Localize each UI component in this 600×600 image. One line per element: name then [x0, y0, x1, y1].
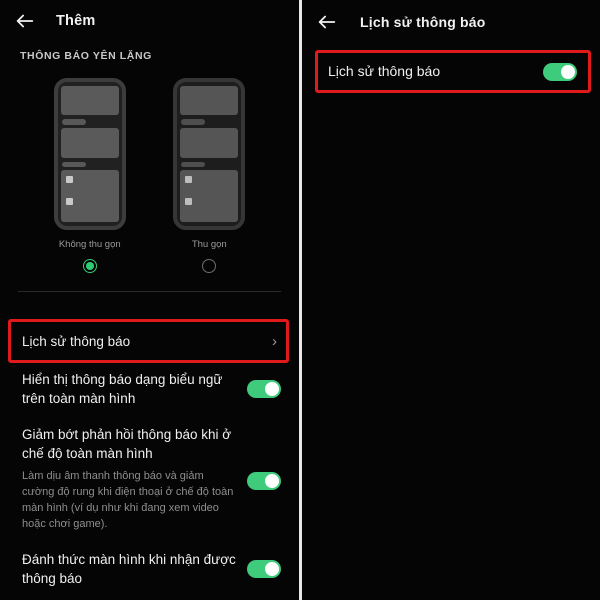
mock-pill	[181, 119, 206, 125]
notification-style-chooser: Không thu gọn Thu gọn	[0, 62, 299, 273]
mock-card	[60, 86, 119, 116]
radio-collapsed[interactable]	[202, 259, 217, 273]
radio-not-collapsed[interactable]	[82, 259, 97, 273]
mock-card	[180, 86, 239, 116]
chevron-right-icon: ›	[272, 332, 277, 350]
row-title: Lịch sử thông báo	[22, 333, 131, 349]
arrow-left-icon[interactable]	[14, 10, 36, 32]
section-header: THÔNG BÁO YÊN LẶNG	[20, 50, 152, 62]
mock-square-icon	[185, 176, 193, 184]
row-wake-screen-on-notification[interactable]: Đánh thức màn hình khi nhận được thông b…	[0, 550, 299, 588]
toggle-notification-history[interactable]	[543, 62, 577, 81]
row-title: Đánh thức màn hình khi nhận được thông b…	[22, 552, 236, 586]
mock-card	[60, 127, 119, 158]
row-title: Hiển thị thông báo dạng biểu ngữ trên to…	[22, 372, 223, 406]
mock-card	[180, 127, 239, 158]
mock-pill	[61, 119, 86, 125]
row-description: Làm dịu âm thanh thông báo và giảm cường…	[22, 470, 234, 530]
mockup-label: Thu gọn	[191, 239, 227, 250]
row-text: Giảm bớt phản hồi thông báo khi ở chế độ…	[22, 425, 247, 532]
left-phone-screen: Thêm THÔNG BÁO YÊN LẶNG Không thu gọn Th…	[0, 0, 299, 600]
mock-square-icon	[65, 198, 73, 206]
phone-illustration	[173, 78, 246, 230]
mock-pill	[181, 161, 206, 168]
page-title: Thêm	[56, 13, 96, 29]
row-notification-history-toggle[interactable]: Lịch sử thông báo	[315, 50, 591, 93]
left-appbar: Thêm	[0, 0, 299, 42]
row-text: Lịch sử thông báo	[22, 332, 272, 351]
row-notification-history[interactable]: Lịch sử thông báo ›	[0, 322, 299, 360]
screenshot-root: Thêm THÔNG BÁO YÊN LẶNG Không thu gọn Th…	[0, 0, 600, 600]
page-title: Lịch sử thông báo	[360, 14, 486, 30]
mockup-option-not-collapsed[interactable]: Không thu gọn	[42, 78, 138, 273]
section-divider	[18, 291, 281, 292]
phone-illustration	[53, 78, 126, 230]
mock-square-icon	[65, 176, 73, 184]
right-appbar: Lịch sử thông báo	[302, 0, 600, 44]
mock-square-icon	[185, 198, 193, 206]
toggle-wake-screen-on-notification[interactable]	[247, 560, 281, 578]
row-text: Đánh thức màn hình khi nhận được thông b…	[22, 550, 247, 588]
mockup-label: Không thu gọn	[58, 239, 121, 250]
mockup-option-collapsed[interactable]: Thu gọn	[161, 78, 257, 273]
toggle-reduce-notification-feedback[interactable]	[247, 472, 281, 490]
toggle-show-banner-notifications[interactable]	[247, 380, 281, 398]
row-show-banner-notifications[interactable]: Hiển thị thông báo dạng biểu ngữ trên to…	[0, 370, 299, 408]
right-phone-screen: Lịch sử thông báo Lịch sử thông báo	[302, 0, 600, 600]
arrow-left-icon[interactable]	[316, 11, 338, 33]
row-reduce-notification-feedback[interactable]: Giảm bớt phản hồi thông báo khi ở chế độ…	[0, 425, 299, 532]
row-text: Hiển thị thông báo dạng biểu ngữ trên to…	[22, 370, 247, 408]
mock-card	[60, 170, 119, 223]
row-text: Lịch sử thông báo	[328, 62, 543, 81]
row-title: Giảm bớt phản hồi thông báo khi ở chế độ…	[22, 427, 232, 461]
row-title: Lịch sử thông báo	[328, 63, 441, 79]
mock-pill	[61, 161, 86, 168]
mock-card	[180, 170, 239, 223]
